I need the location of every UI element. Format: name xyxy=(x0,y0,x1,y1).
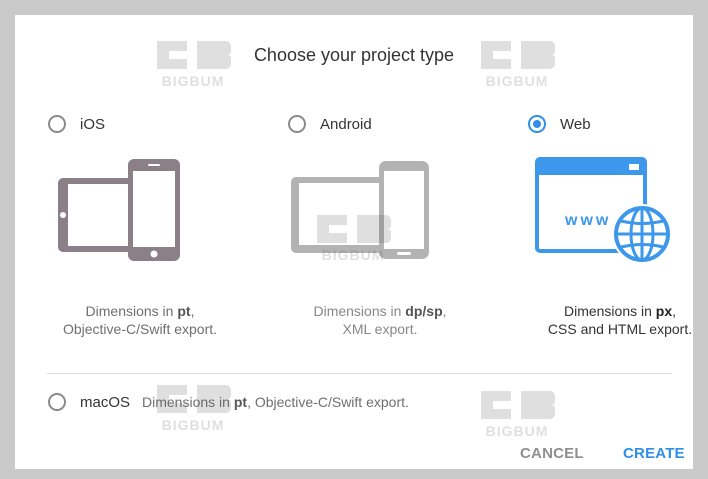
web-desc-line2: CSS and HTML export. xyxy=(547,321,693,337)
ios-desc-unit: pt xyxy=(177,303,191,319)
macos-desc-unit: pt xyxy=(233,394,248,410)
macos-description: Dimensions in pt, Objective-C/Swift expo… xyxy=(142,394,409,410)
watermark-logo: BIGBUM xyxy=(477,387,557,447)
macos-radio[interactable] xyxy=(48,393,66,411)
watermark-text: BIGBUM xyxy=(485,423,549,439)
macos-radio-row[interactable]: macOS Dimensions in pt, Objective-C/Swif… xyxy=(48,391,409,413)
web-description: Dimensions in px, CSS and HTML export. xyxy=(515,302,693,338)
www-text: www xyxy=(564,212,611,229)
ios-radio-row[interactable]: iOS xyxy=(48,113,105,135)
android-devices-icon xyxy=(275,155,485,275)
web-desc-suffix: , xyxy=(672,303,677,319)
ios-desc-suffix: , xyxy=(190,303,195,319)
watermark-text: BIGBUM xyxy=(161,417,225,433)
android-desc-prefix: Dimensions in xyxy=(313,303,406,319)
tablet-phone-icon xyxy=(35,155,245,275)
android-label: Android xyxy=(320,115,372,133)
ios-description: Dimensions in pt, Objective-C/Swift expo… xyxy=(35,302,245,338)
android-desc-unit: dp/sp xyxy=(405,303,443,319)
project-type-dialog: Choose your project type iOS Dimensions … xyxy=(15,15,693,469)
web-radio[interactable] xyxy=(528,115,546,133)
android-radio-row[interactable]: Android xyxy=(288,113,372,135)
android-radio[interactable] xyxy=(288,115,306,133)
option-android: Android Dimensions in dp/sp, XML export. xyxy=(275,15,485,375)
divider xyxy=(47,373,672,374)
android-description: Dimensions in dp/sp, XML export. xyxy=(275,302,485,338)
option-ios: iOS Dimensions in pt, Objective-C/Swift … xyxy=(35,15,245,375)
android-desc-line2: XML export. xyxy=(342,321,418,337)
web-desc-prefix: Dimensions in xyxy=(563,303,656,319)
option-web: Web www Dimensions in px, CSS and HTML e… xyxy=(515,15,693,375)
create-button[interactable]: CREATE xyxy=(623,445,685,462)
web-label: Web xyxy=(560,115,591,133)
android-desc-suffix: , xyxy=(442,303,447,319)
watermark-logo-icon xyxy=(481,391,555,419)
ios-label: iOS xyxy=(80,115,106,133)
cancel-button[interactable]: CANCEL xyxy=(520,445,584,462)
macos-desc-suffix: , Objective-C/Swift export. xyxy=(247,394,409,410)
browser-globe-icon: www xyxy=(515,155,693,275)
web-desc-unit: px xyxy=(655,303,673,319)
macos-desc-prefix: Dimensions in xyxy=(142,394,234,410)
ios-radio[interactable] xyxy=(48,115,66,133)
macos-label: macOS xyxy=(80,393,131,411)
ios-desc-line2: Objective-C/Swift export. xyxy=(62,321,218,337)
web-radio-row[interactable]: Web xyxy=(528,113,591,135)
ios-desc-prefix: Dimensions in xyxy=(85,303,178,319)
